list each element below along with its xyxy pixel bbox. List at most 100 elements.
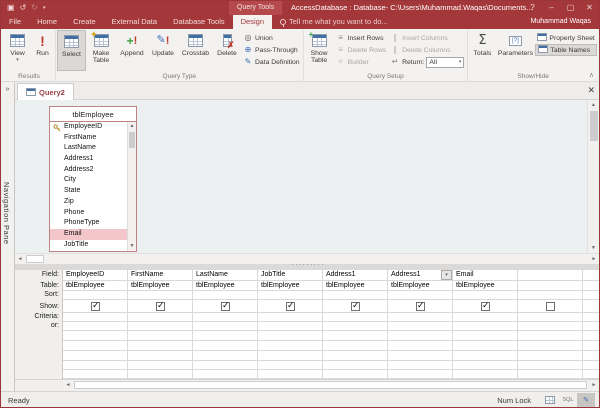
grid-empty-cell[interactable] bbox=[193, 351, 257, 361]
delete-query-button[interactable]: ✗ Delete bbox=[213, 30, 241, 71]
grid-empty-cell[interactable] bbox=[453, 331, 517, 341]
grid-empty-cell[interactable] bbox=[583, 351, 599, 361]
grid-empty-cell[interactable] bbox=[583, 331, 599, 341]
grid-empty-cell[interactable] bbox=[323, 361, 387, 370]
grid-table-cell[interactable]: tblEmployee bbox=[193, 281, 257, 291]
return-combo[interactable]: All ▾ bbox=[426, 57, 464, 68]
union-button[interactable]: ◎ Union bbox=[241, 32, 302, 44]
document-tab-query2[interactable]: Query2 bbox=[17, 83, 74, 100]
grid-criteria-cell[interactable] bbox=[388, 313, 452, 322]
grid-empty-cell[interactable] bbox=[388, 361, 452, 370]
grid-criteria-cell[interactable] bbox=[323, 313, 387, 322]
field-list-item[interactable]: FirstName bbox=[50, 133, 127, 144]
datasheet-view-button[interactable] bbox=[541, 393, 559, 407]
grid-table-cell[interactable]: tblEmployee bbox=[258, 281, 322, 291]
field-list-item[interactable]: LastName bbox=[50, 143, 127, 154]
field-list-item[interactable]: JobTitle bbox=[50, 240, 127, 251]
grid-empty-cell[interactable] bbox=[583, 281, 599, 291]
grid-field-cell[interactable]: JobTitle bbox=[258, 270, 322, 281]
field-list-scrollbar[interactable]: ▲ ▼ bbox=[127, 122, 136, 251]
grid-sort-cell[interactable] bbox=[63, 291, 127, 300]
grid-empty-cell[interactable] bbox=[388, 351, 452, 361]
field-list-item[interactable]: PhoneType bbox=[50, 218, 127, 229]
grid-table-cell[interactable]: tblEmployee bbox=[63, 281, 127, 291]
grid-empty-cell[interactable] bbox=[323, 331, 387, 341]
grid-sort-cell[interactable] bbox=[388, 291, 452, 300]
grid-empty-cell[interactable] bbox=[323, 341, 387, 351]
grid-empty-cell[interactable] bbox=[388, 370, 452, 379]
field-dropdown-icon[interactable]: ▾ bbox=[441, 270, 452, 280]
field-list-title[interactable]: tblEmployee bbox=[50, 107, 136, 122]
grid-empty-cell[interactable] bbox=[63, 361, 127, 370]
field-list-item[interactable]: Phone bbox=[50, 208, 127, 219]
help-button[interactable]: ? bbox=[523, 1, 542, 15]
grid-empty-cell[interactable] bbox=[583, 341, 599, 351]
grid-criteria-cell[interactable] bbox=[128, 313, 192, 322]
grid-or-cell[interactable] bbox=[193, 322, 257, 331]
grid-horizontal-scrollbar[interactable]: ◄ ► bbox=[15, 379, 599, 391]
grid-table-cell[interactable]: tblEmployee bbox=[453, 281, 517, 291]
customize-qat-icon[interactable]: ▾ bbox=[43, 4, 46, 12]
tab-home[interactable]: Home bbox=[29, 15, 65, 29]
run-button[interactable]: ! Run bbox=[31, 30, 54, 71]
scrollbar-track[interactable]: ◄ ► bbox=[63, 380, 599, 391]
undo-icon[interactable]: ↺ bbox=[20, 4, 27, 12]
grid-table-cell[interactable]: tblEmployee bbox=[323, 281, 387, 291]
grid-or-cell[interactable] bbox=[518, 322, 582, 331]
scroll-up-icon[interactable]: ▲ bbox=[128, 122, 136, 131]
field-list-item[interactable]: EmployeeID bbox=[50, 122, 127, 133]
grid-or-cell[interactable] bbox=[63, 322, 127, 331]
grid-empty-cell[interactable] bbox=[518, 351, 582, 361]
field-list-item[interactable]: Address1 bbox=[50, 154, 127, 165]
table-names-button[interactable]: Table Names bbox=[535, 44, 596, 56]
grid-empty-cell[interactable] bbox=[323, 351, 387, 361]
grid-empty-cell[interactable] bbox=[193, 331, 257, 341]
grid-or-cell[interactable] bbox=[128, 322, 192, 331]
show-checkbox[interactable] bbox=[156, 302, 165, 311]
navigation-pane-collapsed[interactable]: » Navigation Pane bbox=[1, 82, 15, 391]
grid-empty-cell[interactable] bbox=[583, 300, 599, 313]
grid-empty-cell[interactable] bbox=[128, 341, 192, 351]
tab-file[interactable]: File bbox=[1, 15, 29, 29]
grid-empty-cell[interactable] bbox=[258, 351, 322, 361]
show-checkbox[interactable] bbox=[416, 302, 425, 311]
top-pane-vertical-scrollbar[interactable]: ▲ ▼ bbox=[587, 100, 599, 253]
scroll-thumb[interactable] bbox=[590, 111, 598, 141]
grid-empty-cell[interactable] bbox=[63, 351, 127, 361]
grid-or-cell[interactable] bbox=[388, 322, 452, 331]
field-list-item[interactable]: City bbox=[50, 175, 127, 186]
grid-empty-cell[interactable] bbox=[258, 361, 322, 370]
scroll-left-icon[interactable]: ◄ bbox=[63, 380, 73, 391]
show-checkbox[interactable] bbox=[546, 302, 555, 311]
view-button[interactable]: View ▾ bbox=[4, 30, 31, 71]
grid-empty-cell[interactable] bbox=[583, 361, 599, 370]
data-definition-button[interactable]: ✎ Data Definition bbox=[241, 56, 302, 68]
scroll-up-icon[interactable]: ▲ bbox=[588, 100, 599, 110]
grid-empty-cell[interactable] bbox=[258, 341, 322, 351]
grid-empty-cell[interactable] bbox=[583, 313, 599, 322]
property-sheet-button[interactable]: Property Sheet bbox=[535, 32, 596, 44]
collapse-ribbon-icon[interactable]: ∧ bbox=[589, 71, 594, 79]
grid-empty-cell[interactable] bbox=[518, 341, 582, 351]
grid-empty-cell[interactable] bbox=[518, 370, 582, 379]
grid-or-cell[interactable] bbox=[453, 322, 517, 331]
grid-empty-cell[interactable] bbox=[518, 331, 582, 341]
grid-empty-cell[interactable] bbox=[63, 341, 127, 351]
grid-empty-cell[interactable] bbox=[258, 331, 322, 341]
grid-empty-cell[interactable] bbox=[583, 291, 599, 300]
grid-criteria-cell[interactable] bbox=[258, 313, 322, 322]
scroll-thumb[interactable] bbox=[26, 255, 44, 263]
update-button[interactable]: ✎! Update bbox=[148, 30, 178, 71]
grid-field-cell[interactable]: Address1 bbox=[323, 270, 387, 281]
tab-external-data[interactable]: External Data bbox=[104, 15, 165, 29]
show-checkbox[interactable] bbox=[91, 302, 100, 311]
grid-sort-cell[interactable] bbox=[518, 291, 582, 300]
tab-design[interactable]: Design bbox=[233, 15, 272, 29]
grid-empty-cell[interactable] bbox=[63, 331, 127, 341]
grid-empty-cell[interactable] bbox=[128, 351, 192, 361]
select-query-button[interactable]: Select bbox=[57, 30, 86, 71]
grid-field-cell[interactable]: FirstName bbox=[128, 270, 192, 281]
grid-empty-cell[interactable] bbox=[518, 361, 582, 370]
grid-empty-cell[interactable] bbox=[128, 361, 192, 370]
grid-criteria-cell[interactable] bbox=[453, 313, 517, 322]
